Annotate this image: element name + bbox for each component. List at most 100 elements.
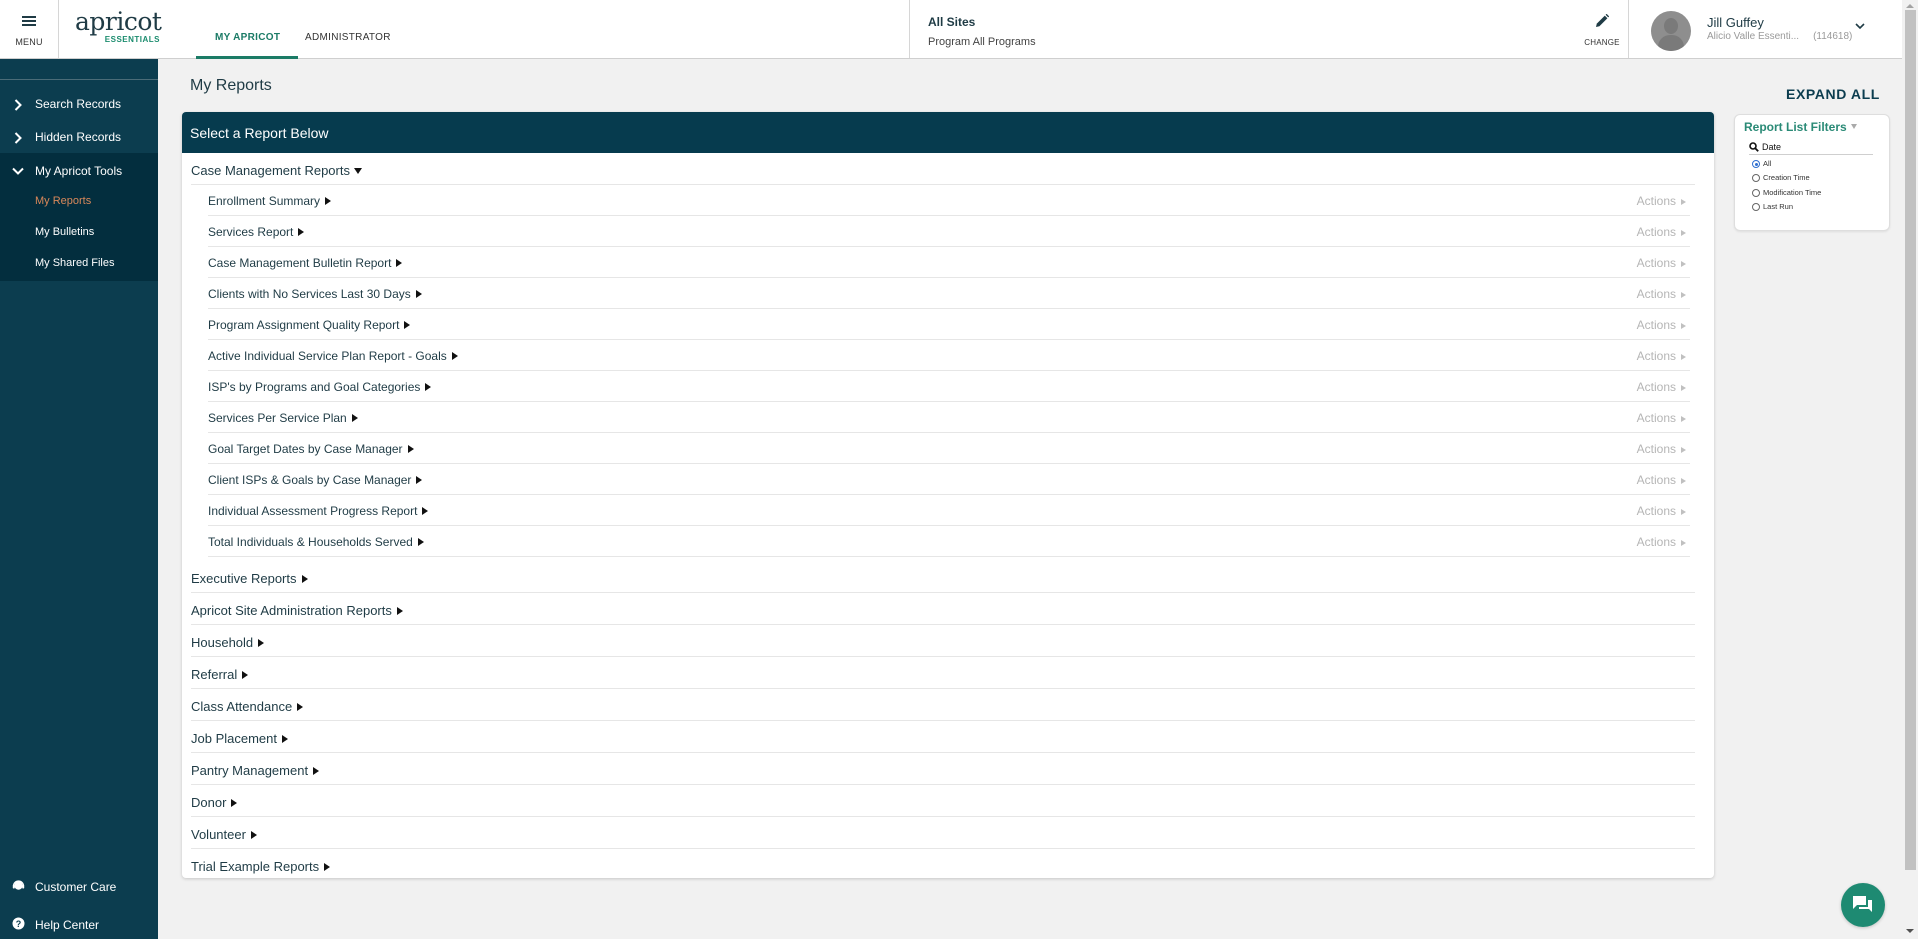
sidebar-subitem-my-bulletins[interactable]: My Bulletins — [35, 226, 94, 238]
menu-button[interactable]: MENU — [0, 0, 59, 58]
filters-title[interactable]: Report List Filters — [1744, 120, 1857, 134]
caret-right-icon — [396, 607, 403, 615]
caret-right-icon — [1681, 447, 1686, 453]
chat-button[interactable] — [1841, 883, 1885, 927]
search-icon — [1749, 142, 1759, 152]
change-site-button[interactable]: CHANGE — [1576, 0, 1628, 58]
caret-right-icon — [1681, 292, 1686, 298]
tab-my-apricot[interactable]: MY APRICOT — [196, 0, 299, 59]
chevron-right-icon — [14, 99, 22, 111]
report-category[interactable]: Apricot Site Administration Reports — [191, 593, 1695, 625]
report-row: ISP's by Programs and Goal Categories Act… — [208, 371, 1690, 402]
chat-icon — [1853, 896, 1872, 912]
expand-all-button[interactable]: EXPAND ALL — [1786, 86, 1880, 102]
actions-button[interactable]: Actions — [1637, 411, 1686, 425]
report-row: Active Individual Service Plan Report - … — [208, 340, 1690, 371]
radio-button[interactable] — [1752, 188, 1760, 197]
sidebar-item-search-records[interactable]: Search Records — [0, 88, 158, 121]
caret-right-icon — [417, 538, 424, 546]
report-link[interactable]: Services Report — [208, 225, 305, 239]
caret-right-icon — [407, 445, 414, 453]
caret-right-icon — [1681, 261, 1686, 267]
user-org: Alicio Valle Essenti... (114618) — [1707, 31, 1852, 42]
report-link[interactable]: Case Management Bulletin Report — [208, 256, 403, 270]
sidebar-item-hidden-records[interactable]: Hidden Records — [0, 121, 158, 154]
report-category[interactable]: Class Attendance — [191, 689, 1695, 721]
site-selector: All Sites Program All Programs — [909, 0, 1628, 58]
user-menu[interactable]: Jill Guffey Alicio Valle Essenti... (1146… — [1628, 0, 1902, 58]
report-category[interactable]: Volunteer — [191, 817, 1695, 849]
radio-button[interactable] — [1752, 174, 1760, 183]
svg-text:?: ? — [16, 919, 22, 929]
actions-button[interactable]: Actions — [1637, 380, 1686, 394]
caret-right-icon — [404, 321, 411, 329]
date-filter-option[interactable]: Creation Time — [1752, 173, 1810, 183]
category-case-management[interactable]: Case Management Reports — [191, 153, 1695, 185]
report-category[interactable]: Job Placement — [191, 721, 1695, 753]
actions-button[interactable]: Actions — [1637, 349, 1686, 363]
report-link[interactable]: Clients with No Services Last 30 Days — [208, 287, 422, 301]
page-scrollbar[interactable] — [1902, 0, 1918, 939]
report-link[interactable]: Client ISPs & Goals by Case Manager — [208, 473, 423, 487]
report-row: Clients with No Services Last 30 Days Act… — [208, 278, 1690, 309]
apricot-logo[interactable]: apricot ESSENTIALS — [75, 7, 162, 46]
actions-button[interactable]: Actions — [1637, 442, 1686, 456]
help-icon: ? — [12, 917, 25, 930]
report-link[interactable]: Individual Assessment Progress Report — [208, 504, 429, 518]
date-filter-option[interactable]: All — [1752, 159, 1771, 168]
caret-right-icon — [258, 639, 265, 647]
scroll-up-arrow-icon[interactable] — [1906, 4, 1914, 8]
hamburger-icon — [22, 16, 36, 26]
caret-right-icon — [324, 863, 331, 871]
actions-button[interactable]: Actions — [1637, 504, 1686, 518]
report-row: Services Per Service Plan Actions — [208, 402, 1690, 433]
report-category[interactable]: Pantry Management — [191, 753, 1695, 785]
date-filter-option[interactable]: Last Run — [1752, 202, 1793, 211]
actions-button[interactable]: Actions — [1637, 318, 1686, 332]
radio-button[interactable] — [1752, 160, 1760, 168]
tab-administrator[interactable]: ADMINISTRATOR — [287, 0, 409, 58]
report-category[interactable]: Household — [191, 625, 1695, 657]
report-link[interactable]: ISP's by Programs and Goal Categories — [208, 380, 432, 394]
actions-button[interactable]: Actions — [1637, 194, 1686, 208]
caret-right-icon — [313, 767, 320, 775]
actions-button[interactable]: Actions — [1637, 535, 1686, 549]
scroll-down-arrow-icon[interactable] — [1906, 929, 1914, 933]
caret-right-icon — [231, 799, 238, 807]
actions-button[interactable]: Actions — [1637, 256, 1686, 270]
chevron-right-icon — [14, 132, 22, 144]
report-link[interactable]: Total Individuals & Households Served — [208, 535, 424, 549]
scrollbar-thumb[interactable] — [1905, 10, 1916, 870]
report-link[interactable]: Services Per Service Plan — [208, 411, 358, 425]
sidebar-subitem-my-reports[interactable]: My Reports — [35, 195, 91, 207]
caret-right-icon — [1681, 199, 1686, 205]
actions-button[interactable]: Actions — [1637, 473, 1686, 487]
sidebar-customer-care[interactable]: Customer Care — [0, 873, 158, 901]
sidebar-help-center[interactable]: ? Help Center — [0, 911, 158, 939]
chevron-down-icon[interactable] — [1855, 22, 1865, 30]
actions-button[interactable]: Actions — [1637, 225, 1686, 239]
logo-word: apricot — [75, 7, 162, 36]
report-category[interactable]: Donor — [191, 785, 1695, 817]
report-category[interactable]: Referral — [191, 657, 1695, 689]
caret-right-icon — [351, 414, 358, 422]
sidebar-subitem-my-shared-files[interactable]: My Shared Files — [35, 257, 114, 269]
user-silhouette-icon — [1664, 18, 1678, 34]
caret-right-icon — [396, 259, 403, 267]
caret-right-icon — [422, 507, 429, 515]
report-link[interactable]: Goal Target Dates by Case Manager — [208, 442, 414, 456]
radio-button[interactable] — [1752, 202, 1760, 211]
report-category[interactable]: Trial Example Reports — [191, 849, 1695, 878]
report-link[interactable]: Active Individual Service Plan Report - … — [208, 349, 458, 363]
user-name: Jill Guffey — [1707, 15, 1764, 30]
report-link[interactable]: Program Assignment Quality Report — [208, 318, 411, 332]
report-link[interactable]: Enrollment Summary — [208, 194, 332, 208]
caret-right-icon — [1681, 323, 1686, 329]
caret-right-icon — [325, 197, 332, 205]
sidebar-item-my-apricot-tools[interactable]: My Apricot Tools — [0, 155, 158, 188]
pencil-icon — [1596, 14, 1609, 27]
report-category[interactable]: Executive Reports — [191, 561, 1695, 593]
avatar — [1651, 11, 1691, 51]
actions-button[interactable]: Actions — [1637, 287, 1686, 301]
date-filter-option[interactable]: Modification Time — [1752, 188, 1821, 197]
